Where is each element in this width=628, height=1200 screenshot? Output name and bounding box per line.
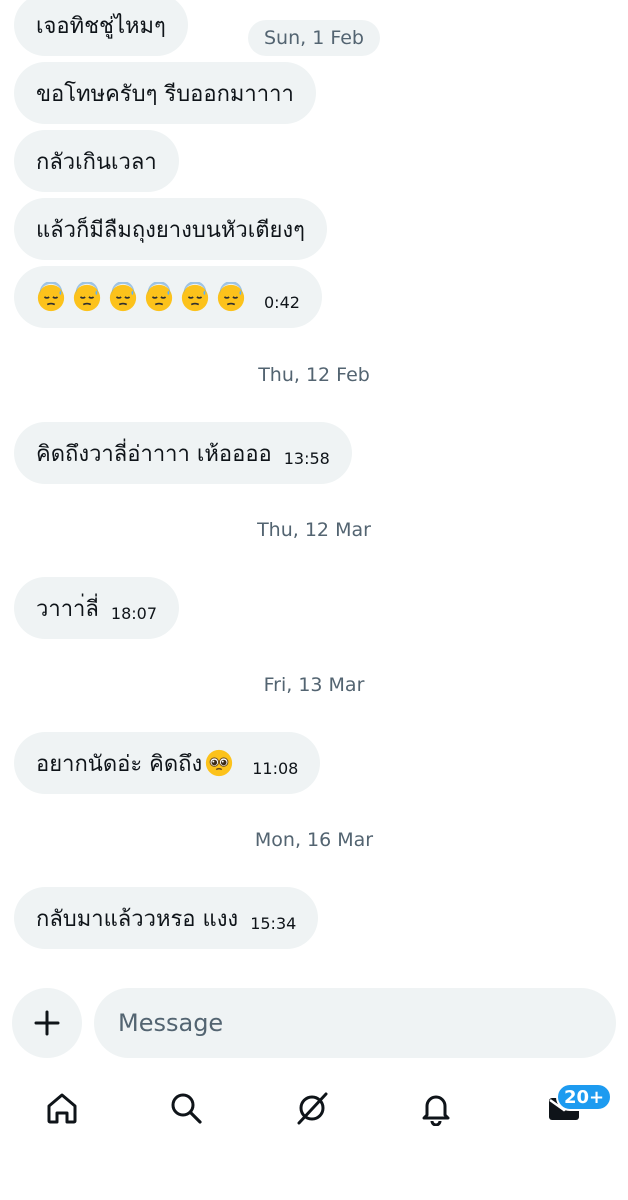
nav-home[interactable] — [42, 1088, 82, 1128]
message-bubble[interactable]: ขอโทษครับๆ รีบออกมาาาา — [14, 62, 316, 124]
message-text: คิดถึงวาลี่อ่าาาา เห้ออออ — [36, 441, 272, 467]
date-separator: Mon, 16 Mar — [254, 829, 374, 851]
message-bubble[interactable]: คิดถึงวาลี่อ่าาาา เห้ออออ 13:58 — [14, 422, 352, 484]
add-attachment-button[interactable] — [12, 988, 82, 1058]
message-placeholder: Message — [118, 1009, 224, 1037]
message-text: กลับมาแล้ววหรอ แงง — [36, 906, 239, 932]
bottom-nav — [0, 1068, 628, 1148]
home-icon — [47, 1093, 77, 1124]
message-bubble[interactable]: เจอทิชชู่ไหมๆ — [14, 0, 188, 56]
nav-search[interactable] — [166, 1088, 206, 1128]
pleading-face-icon — [206, 749, 233, 777]
message-bubble[interactable]: 0:42 — [14, 266, 322, 328]
nav-notifications[interactable] — [416, 1088, 456, 1128]
downcast-face-with-sweat-icon — [73, 282, 101, 312]
date-separator: Fri, 13 Mar — [263, 674, 365, 696]
message-text: วาาา่ลี่ — [36, 596, 99, 622]
message-bubble[interactable]: อยากนัดอ่ะ คิดถึง 11:08 — [14, 732, 321, 794]
date-separator: Thu, 12 Mar — [257, 519, 371, 541]
search-icon — [171, 1093, 202, 1124]
message-text: เจอทิชชู่ไหมๆ — [36, 13, 166, 39]
message-text: อยากนัดอ่ะ คิดถึง — [36, 751, 203, 777]
grok-icon — [297, 1092, 328, 1125]
message-timestamp: 0:42 — [264, 292, 300, 312]
dm-conversation-screen: เจอทิชชู่ไหมๆ Sun, 1 Feb ขอโทษครับๆ รีบอ… — [0, 0, 628, 1200]
messages-badge: 20+ — [556, 1083, 613, 1111]
message-text: ขอโทษครับๆ รีบออกมาาาา — [36, 81, 294, 107]
date-chip: Sun, 1 Feb — [248, 20, 380, 56]
message-timestamp: 18:07 — [110, 603, 158, 623]
emoji-row — [36, 282, 252, 312]
nav-grok[interactable] — [292, 1088, 332, 1128]
message-bubble[interactable]: วาาา่ลี่ 18:07 — [14, 577, 180, 639]
message-text: กลัวเกินเวลา — [36, 149, 157, 175]
message-bubble[interactable]: กลับมาแล้ววหรอ แงง 15:34 — [14, 887, 319, 949]
plus-icon — [34, 1010, 60, 1036]
message-timestamp: 13:58 — [283, 448, 330, 468]
message-text: แล้วก็มีลืมถุงยางบนหัวเตียงๆ — [36, 217, 305, 243]
date-separator: Thu, 12 Feb — [258, 364, 370, 386]
downcast-face-with-sweat-icon — [109, 282, 137, 312]
message-timestamp: 15:34 — [250, 913, 297, 933]
downcast-face-with-sweat-icon — [217, 282, 245, 312]
message-bubble[interactable]: แล้วก็มีลืมถุงยางบนหัวเตียงๆ — [14, 198, 327, 260]
message-input[interactable]: Message — [94, 988, 616, 1058]
message-timestamp: 11:08 — [252, 758, 299, 778]
downcast-face-with-sweat-icon — [181, 282, 209, 312]
downcast-face-with-sweat-icon — [145, 282, 173, 312]
message-bubble[interactable]: กลัวเกินเวลา — [14, 130, 179, 192]
downcast-face-with-sweat-icon — [37, 282, 65, 312]
notifications-icon — [422, 1095, 450, 1126]
